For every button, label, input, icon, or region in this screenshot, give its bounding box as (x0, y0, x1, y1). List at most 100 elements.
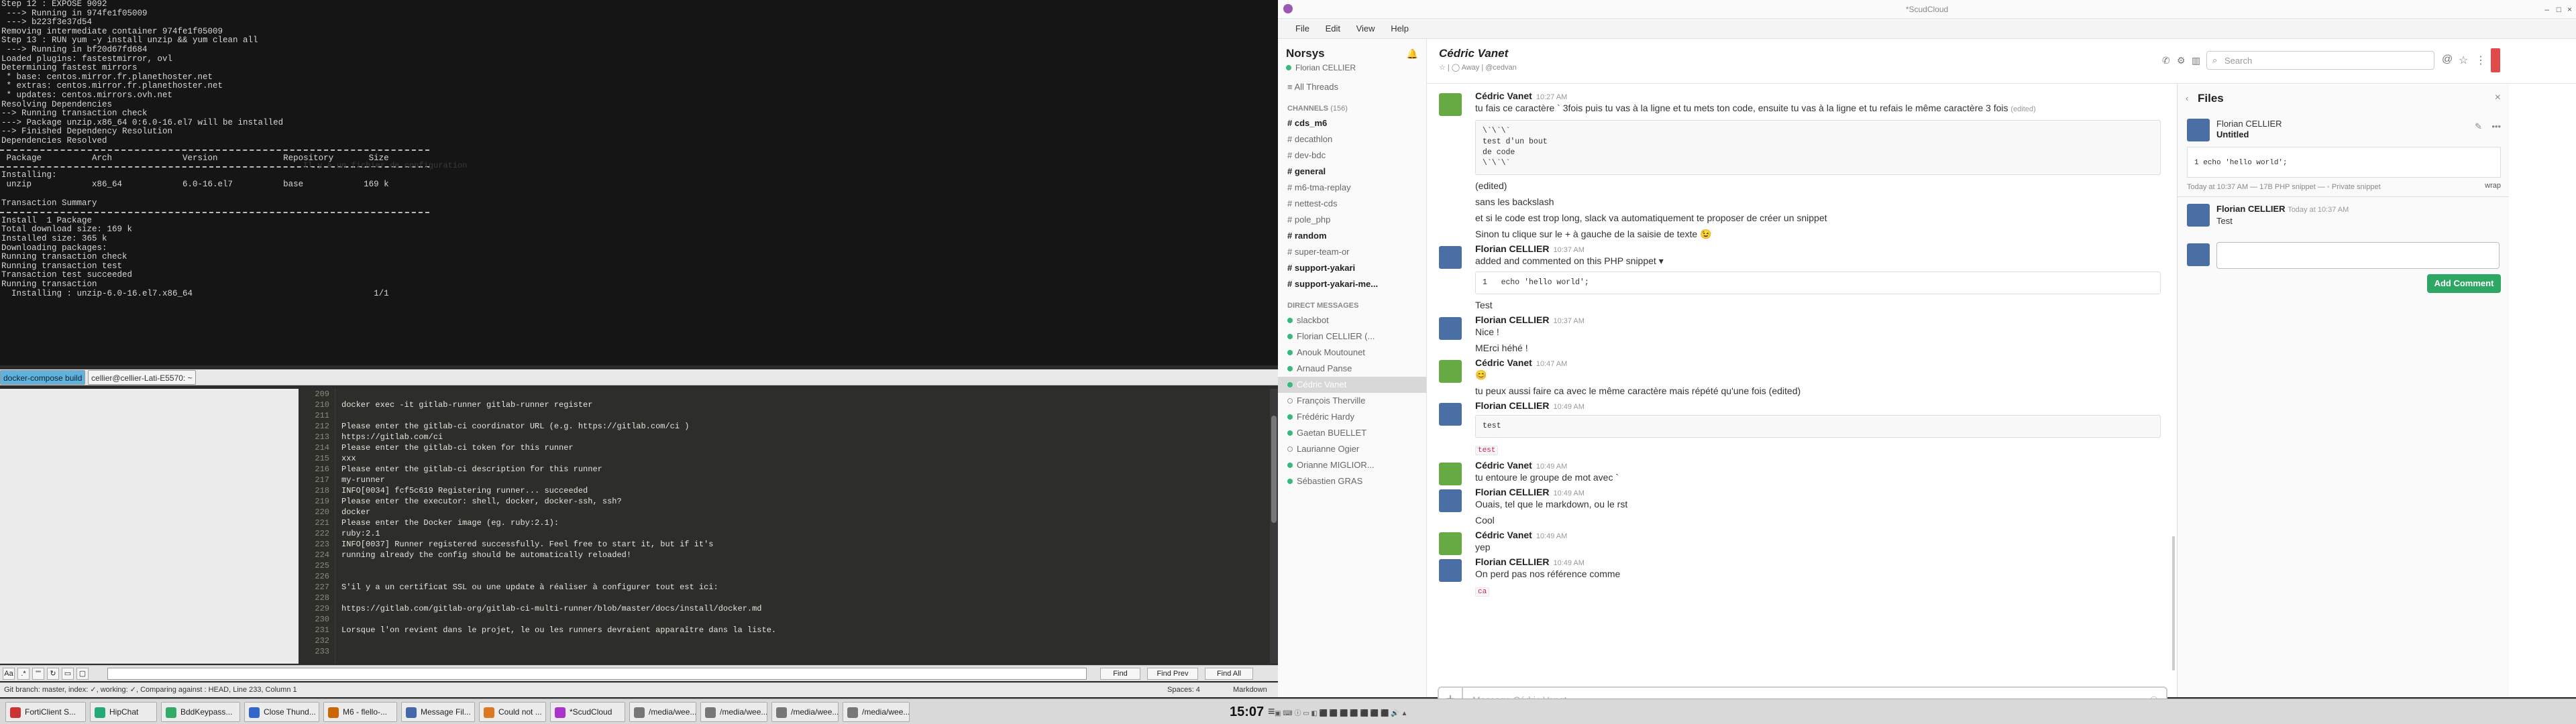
message-author[interactable]: Florian CELLIER (1475, 400, 1549, 411)
message-author[interactable]: Florian CELLIER (1475, 556, 1549, 567)
message-scrollbar[interactable] (2172, 536, 2175, 670)
code-line[interactable]: https://gitlab.com/gitlab-org/gitlab-ci-… (341, 603, 1267, 614)
terminal[interactable]: Il y a un fichier de configuration Step … (0, 0, 1278, 365)
message-author[interactable]: Florian CELLIER (1475, 487, 1549, 497)
taskbar-item[interactable]: M6 - flello-... (323, 702, 397, 722)
close-panel-icon[interactable]: × (2495, 92, 2501, 104)
code-line[interactable]: https://gitlab.com/ci (341, 432, 1267, 442)
menu-file[interactable]: File (1295, 23, 1309, 34)
taskbar-item[interactable]: /media/wee... (771, 702, 839, 722)
search-input[interactable]: Search (2224, 56, 2252, 66)
code-line[interactable] (341, 410, 1267, 421)
terminal-tab-shell[interactable]: cellier@cellier-Lati-E5570: ~ (88, 370, 196, 385)
menu-view[interactable]: View (1356, 23, 1375, 34)
code-line[interactable]: Please enter the Docker image (eg. ruby:… (341, 518, 1267, 528)
code-line[interactable]: docker (341, 507, 1267, 518)
menu-edit[interactable]: Edit (1326, 23, 1340, 34)
taskbar-item[interactable]: Message Fil... (401, 702, 475, 722)
more-actions-icon[interactable]: ••• (2491, 121, 2501, 131)
message-author[interactable]: Florian CELLIER (1475, 314, 1549, 325)
dm-item[interactable]: François Therville (1278, 393, 1426, 409)
taskbar-item[interactable]: BddKeypass... (161, 702, 240, 722)
taskbar-item[interactable]: *ScudCloud (550, 702, 625, 722)
mentions-icon[interactable]: @ (2442, 54, 2453, 66)
message[interactable]: Florian CELLIER 10:49 AM test test (1427, 400, 2177, 457)
text-editor[interactable]: 209 210 211 212 213 214 215 216 217 218 219 220 221 2… (299, 389, 1278, 664)
bell-icon[interactable]: 🔔 (1407, 48, 1418, 60)
wrap-toggle[interactable]: ↻ (47, 668, 59, 680)
code-line[interactable]: docker exec -it gitlab-runner gitlab-run… (341, 400, 1267, 410)
taskbar-item[interactable]: HipChat (90, 702, 157, 722)
all-threads[interactable]: ≡ All Threads (1278, 79, 1426, 95)
message-author[interactable]: Cédric Vanet (1475, 530, 1532, 540)
channel-item[interactable]: # general (1278, 164, 1426, 180)
clock[interactable]: 15:07 (1230, 705, 1264, 720)
regex-toggle[interactable]: .* (17, 668, 30, 680)
back-icon[interactable]: ‹ (2186, 93, 2188, 103)
taskbar-item[interactable]: Close Thund... (244, 702, 319, 722)
comment-input[interactable] (2216, 242, 2500, 269)
team-name[interactable]: Norsys (1286, 47, 1418, 60)
word-toggle[interactable]: "" (32, 668, 44, 680)
more-icon[interactable]: ⋮ (2475, 54, 2486, 67)
gear-icon[interactable]: ⚙ (2177, 55, 2186, 66)
code-line[interactable] (341, 560, 1267, 571)
code-line[interactable] (341, 571, 1267, 582)
file-title[interactable]: Untitled (2216, 129, 2249, 139)
case-toggle[interactable]: Aa (3, 668, 15, 680)
code-line[interactable]: my-runner (341, 475, 1267, 485)
code-line[interactable]: Please enter the gitlab-ci coordinator U… (341, 421, 1267, 432)
dm-item[interactable]: Orianne MIGLIOR... (1278, 457, 1426, 473)
search-box[interactable]: ⌕ Search (2206, 51, 2434, 70)
find-all-button[interactable]: Find All (1205, 668, 1253, 680)
dm-item[interactable]: Frédéric Hardy (1278, 409, 1426, 425)
close-icon[interactable]: × (2567, 0, 2572, 19)
message[interactable]: Cédric Vanet 10:47 AM 😊 tu peux aussi faire… (1427, 357, 2177, 398)
syntax-setting[interactable]: Markdown (1233, 683, 1267, 697)
message-author[interactable]: Cédric Vanet (1475, 90, 1532, 101)
find-prev-button[interactable]: Find Prev (1147, 668, 1198, 680)
find-input[interactable] (107, 668, 1087, 680)
message-author[interactable]: Cédric Vanet (1475, 460, 1532, 471)
code-line[interactable]: running already the config should be aut… (341, 550, 1267, 560)
dm-header[interactable]: DIRECT MESSAGES (1278, 292, 1426, 312)
sidebar-toggle-icon[interactable]: ▥ (2192, 55, 2200, 66)
channel-item[interactable]: # pole_php (1278, 212, 1426, 228)
channel-item[interactable]: # support-yakari-me... (1278, 276, 1426, 292)
add-comment-button[interactable]: Add Comment (2427, 274, 2501, 293)
code-line[interactable]: xxx (341, 453, 1267, 464)
highlight-toggle[interactable]: ▢ (76, 668, 89, 680)
taskbar-item[interactable]: /media/wee... (629, 702, 696, 722)
dm-item[interactable]: Gaetan BUELLET (1278, 425, 1426, 441)
snippet-preview[interactable]: 1 echo 'hello world'; (2187, 147, 2501, 178)
code-line[interactable] (341, 593, 1267, 603)
code-line[interactable]: INFO[0037] Runner registered successfull… (341, 539, 1267, 550)
message[interactable]: Florian CELLIER 10:37 AM added and comment… (1427, 243, 2177, 312)
code-line[interactable] (341, 646, 1267, 657)
minimize-icon[interactable]: – (2544, 0, 2549, 19)
taskbar-item[interactable]: /media/wee... (843, 702, 910, 722)
terminal-tab-docker[interactable]: docker-compose build (0, 370, 86, 385)
wrap-toggle[interactable]: wrap (2485, 182, 2501, 190)
channel-item[interactable]: # random (1278, 228, 1426, 244)
phone-icon[interactable]: ✆ (2162, 55, 2170, 66)
flag-icon[interactable] (2491, 48, 2500, 72)
find-button[interactable]: Find (1100, 668, 1140, 680)
dm-item[interactable]: Laurianne Ogier (1278, 441, 1426, 457)
maximize-icon[interactable]: □ (2557, 0, 2561, 19)
message-author[interactable]: Cédric Vanet (1475, 357, 1532, 368)
file-author[interactable]: Florian CELLIER (2216, 119, 2282, 129)
spaces-setting[interactable]: Spaces: 4 (1167, 683, 1200, 697)
code-line[interactable]: ruby:2.1 (341, 528, 1267, 539)
edit-icon[interactable]: ✎ (2475, 121, 2482, 132)
code-line[interactable] (341, 614, 1267, 625)
taskbar-item[interactable]: Could not ... (479, 702, 546, 722)
editor-scrollbar[interactable] (1270, 389, 1278, 664)
channel-item[interactable]: # decathlon (1278, 131, 1426, 147)
channel-item[interactable]: # nettest-cds (1278, 196, 1426, 212)
comment-author[interactable]: Florian CELLIER (2216, 204, 2286, 214)
dm-item[interactable]: Sébastien GRAS (1278, 473, 1426, 489)
code-line[interactable] (341, 389, 1267, 400)
channel-item[interactable]: # super-team-or (1278, 244, 1426, 260)
code-line[interactable]: Please enter the gitlab-ci token for thi… (341, 442, 1267, 453)
